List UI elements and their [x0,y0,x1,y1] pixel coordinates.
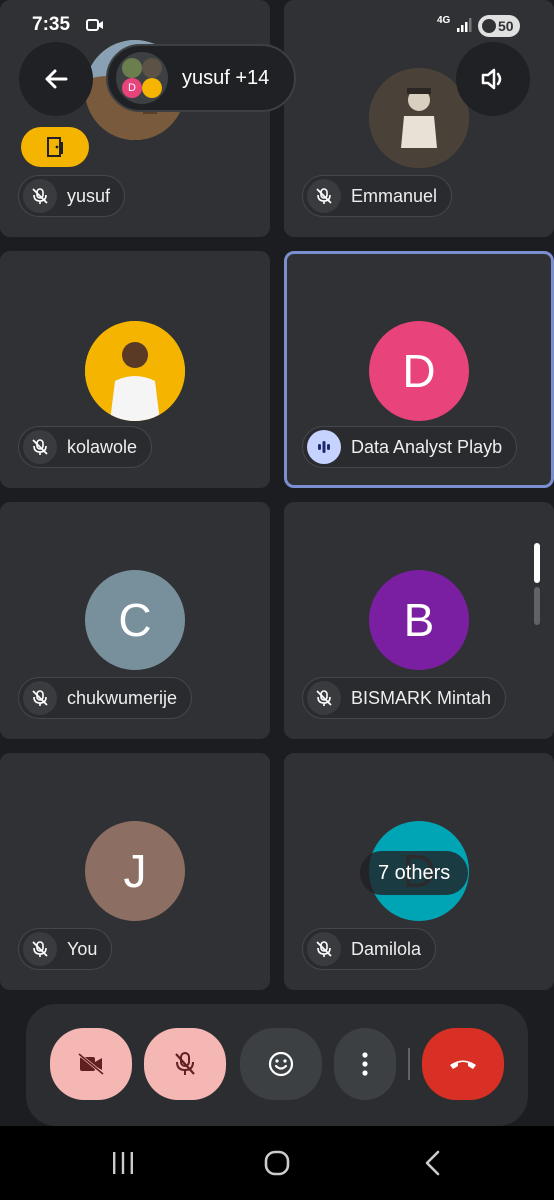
participant-name: Emmanuel [351,185,438,206]
avatar-letter: B [403,594,435,646]
participant-tile-bismark[interactable]: B BISMARK Mintah [284,502,554,739]
avatar-letter: J [123,845,147,897]
participant-name: yusuf [67,185,111,206]
mic-off-icon [307,681,341,715]
avatar-letter: C [118,594,152,646]
speaker-button[interactable] [456,42,530,116]
mic-off-icon [23,430,57,464]
others-chip[interactable]: 7 others [360,851,469,895]
participant-name: kolawole [67,436,138,457]
others-label: 7 others [378,861,451,884]
mini-avatar [142,58,162,78]
participant-avatars-stack: D [116,52,168,104]
mic-off-icon [307,932,341,966]
participant-tile-damilola[interactable]: D 7 others Damilola [284,753,554,990]
participant-tile-chukwumerije[interactable]: C chukwumerije [0,502,270,739]
participant-tile-you[interactable]: J You [0,753,270,990]
more-options-button[interactable] [334,1028,396,1100]
recent-apps-icon[interactable] [110,1150,136,1176]
battery-indicator: 50 [478,15,520,37]
network-type: 4G [437,15,451,26]
name-pill: You [18,928,113,970]
participant-name: Data Analyst Playb [351,436,503,457]
mic-off-icon [23,681,57,715]
hang-up-icon [450,1060,476,1069]
reactions-button[interactable] [240,1028,322,1100]
name-pill: yusuf [18,175,126,217]
mic-off-icon [175,1052,195,1075]
video-record-icon [86,19,103,31]
mic-toggle-button[interactable] [144,1028,226,1100]
camera-off-icon [78,1052,104,1076]
scrollbar[interactable] [534,543,540,625]
mic-off-icon [307,179,341,213]
avatar [369,68,469,168]
door-icon [47,137,63,157]
avatar: D [369,321,469,421]
home-icon[interactable] [263,1149,291,1177]
participants-chip[interactable]: D yusuf +14 [106,44,296,112]
arrow-left-icon [45,69,68,89]
scrollbar-track [534,587,540,625]
participant-tile-kolawole[interactable]: kolawole [0,251,270,488]
emoji-icon [268,1051,294,1077]
speaker-icon [481,68,502,90]
participant-name: BISMARK Mintah [351,687,492,708]
controls-divider [408,1048,410,1080]
participant-tile-data-analyst[interactable]: D Data Analyst Playb [284,251,554,488]
avatar-letter: D [402,345,436,397]
name-pill: Emmanuel [302,175,453,217]
mini-avatar: D [122,78,142,98]
mini-avatar [142,78,162,98]
name-pill: Damilola [302,928,437,970]
back-nav-icon[interactable] [422,1149,444,1177]
name-pill: BISMARK Mintah [302,677,507,719]
name-pill: kolawole [18,426,153,468]
mic-off-icon [23,179,57,213]
call-controls [26,1004,528,1126]
back-button[interactable] [19,42,93,116]
participant-name: You [67,938,98,959]
avatar: B [369,570,469,670]
avatar [85,321,185,421]
camera-toggle-button[interactable] [50,1028,132,1100]
mini-avatar [122,58,142,78]
avatar: J [85,821,185,921]
system-nav-bar [0,1126,554,1200]
name-pill: chukwumerije [18,677,193,719]
participants-label: yusuf +14 [182,66,270,89]
speaking-icon [307,430,341,464]
status-bar: 7:35 4G 50 [0,0,554,42]
mic-off-icon [23,932,57,966]
battery-level: 50 [498,18,514,34]
status-time: 7:35 [32,14,71,35]
more-vert-icon [362,1052,368,1076]
avatar: C [85,570,185,670]
leaf-icon [482,19,496,33]
end-call-button[interactable] [422,1028,504,1100]
name-pill: Data Analyst Playb [302,426,518,468]
participant-name: Damilola [351,938,422,959]
room-badge [21,127,89,167]
signal-icon [457,18,472,32]
scrollbar-thumb[interactable] [534,543,540,583]
participant-name: chukwumerije [67,687,178,708]
